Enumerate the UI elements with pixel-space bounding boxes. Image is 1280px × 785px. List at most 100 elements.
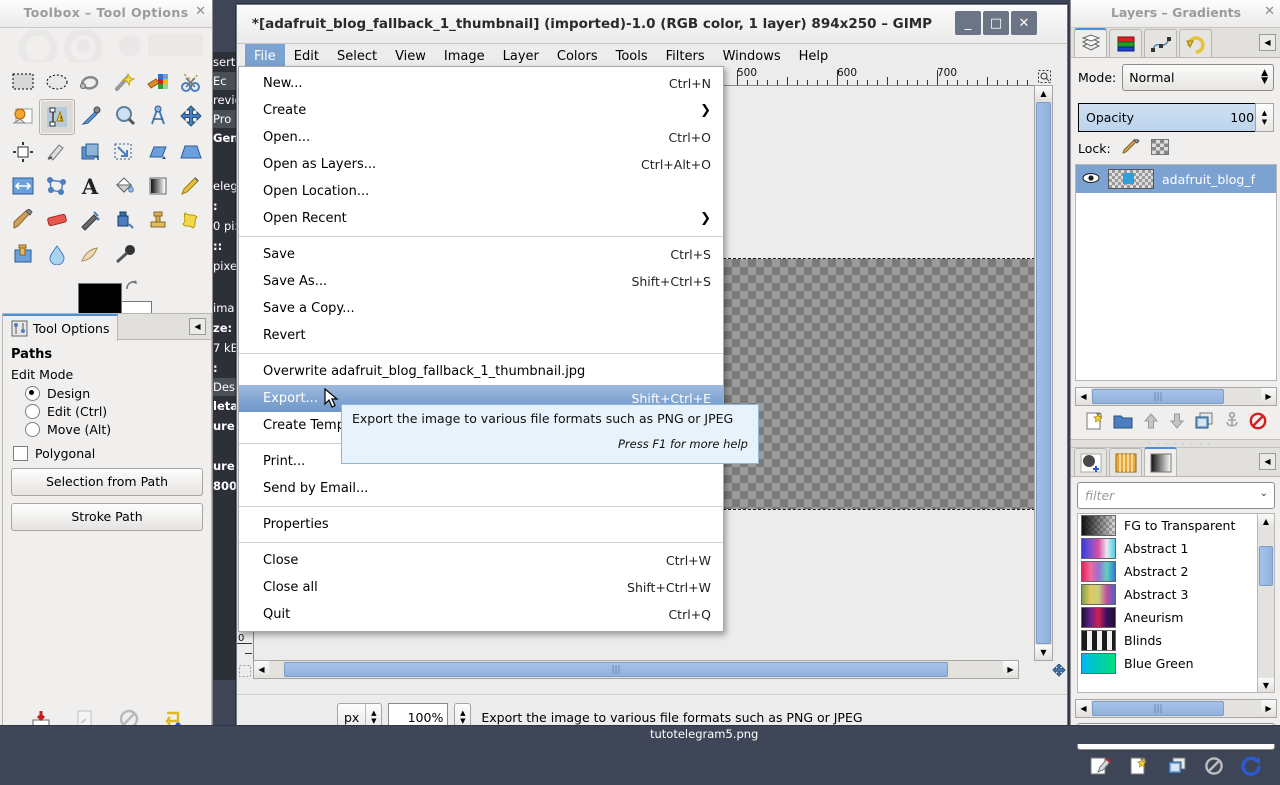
menu-item-new[interactable]: New... Ctrl+N	[239, 70, 723, 97]
menu-item-save-a-copy[interactable]: Save a Copy...	[239, 295, 723, 322]
stroke-path-button[interactable]: Stroke Path	[11, 503, 203, 531]
menu-edit[interactable]: Edit	[285, 44, 328, 68]
color-picker-icon[interactable]	[75, 99, 108, 133]
lower-layer-icon[interactable]	[1168, 412, 1186, 433]
menu-item-revert[interactable]: Revert	[239, 322, 723, 349]
tool-grid[interactable]: ! A	[0, 62, 212, 273]
layer-list[interactable]: adafruit_blog_f	[1075, 164, 1277, 381]
tab-layers[interactable]	[1074, 28, 1107, 57]
duplicate-gradient-icon[interactable]	[1166, 756, 1188, 779]
zoom-icon[interactable]	[108, 99, 141, 133]
close-icon[interactable]: ✕	[1264, 4, 1275, 19]
scroll-right-icon[interactable]: ▶	[1261, 388, 1276, 405]
menu-tools[interactable]: Tools	[607, 44, 657, 68]
menu-select[interactable]: Select	[328, 44, 386, 68]
gradient-filter-input[interactable]: filter ⌄	[1077, 482, 1275, 509]
scrollbar-thumb[interactable]: |||	[1092, 389, 1224, 404]
raise-layer-icon[interactable]	[1142, 412, 1160, 433]
rotate-icon[interactable]	[73, 135, 107, 169]
menu-item-open-as-layers[interactable]: Open as Layers... Ctrl+Alt+O	[239, 151, 723, 178]
close-icon[interactable]: ✕	[195, 4, 206, 19]
tab-tool-options[interactable]: Tool Options	[3, 314, 119, 341]
menu-item-create[interactable]: Create ❯	[239, 97, 723, 124]
zoom-image-window-icon[interactable]	[1036, 67, 1053, 85]
radio-icon[interactable]	[25, 404, 40, 419]
cage-transform-icon[interactable]	[40, 169, 74, 203]
scroll-left-icon[interactable]: ◀	[1076, 700, 1091, 717]
blend-icon[interactable]	[141, 169, 175, 203]
mode-combobox[interactable]: Normal ▲ ▼	[1122, 64, 1274, 91]
lock-row[interactable]: Lock:	[1071, 132, 1280, 162]
scroll-right-icon[interactable]: ▶	[1261, 700, 1276, 717]
menu-item-send-by-email[interactable]: Send by Email...	[239, 475, 723, 502]
layer-visibility-icon[interactable]	[1082, 171, 1100, 188]
scrollbar-thumb[interactable]	[1259, 546, 1273, 586]
menu-item-save-as[interactable]: Save As... Shift+Ctrl+S	[239, 268, 723, 295]
perspective-clone-icon[interactable]	[6, 237, 40, 271]
list-item[interactable]: adafruit_blog_f	[1076, 165, 1276, 193]
gradients-dock-tabbar[interactable]: ◀	[1071, 447, 1280, 477]
eraser-icon[interactable]	[40, 203, 74, 237]
scrollbar-thumb[interactable]	[1036, 102, 1051, 644]
delete-gradient-icon[interactable]	[1204, 756, 1224, 779]
list-item[interactable]: FG to Transparent	[1078, 514, 1274, 537]
smudge-icon[interactable]	[74, 237, 108, 271]
scroll-down-icon[interactable]: ▼	[1258, 678, 1274, 692]
foreground-select-icon[interactable]	[6, 99, 39, 133]
menu-item-open-recent[interactable]: Open Recent ❯	[239, 205, 723, 232]
flip-icon[interactable]	[6, 169, 40, 203]
edit-gradient-icon[interactable]	[1089, 756, 1112, 779]
tab-channels[interactable]	[1109, 29, 1142, 57]
new-gradient-icon[interactable]	[1128, 756, 1150, 779]
shear-icon[interactable]	[141, 135, 175, 169]
dodge-burn-icon[interactable]	[108, 237, 142, 271]
radio-icon[interactable]	[25, 422, 40, 437]
list-item[interactable]: Blinds	[1078, 629, 1274, 652]
delete-layer-icon[interactable]	[1249, 412, 1267, 433]
transparent-layer-area[interactable]	[723, 258, 1035, 510]
tool-options-body[interactable]: Paths Edit Mode Design Edit (Ctrl) Move …	[3, 340, 211, 538]
refresh-gradients-icon[interactable]	[1241, 756, 1263, 779]
measure-icon[interactable]	[141, 99, 174, 133]
scroll-up-icon[interactable]: ▲	[1258, 514, 1274, 528]
polygonal-checkbox-row[interactable]: Polygonal	[13, 446, 203, 461]
selection-from-path-button[interactable]: Selection from Path	[11, 468, 203, 496]
close-button[interactable]: ✕	[1011, 11, 1037, 35]
radio-edit[interactable]: Edit (Ctrl)	[25, 404, 203, 419]
mode-row-container[interactable]: Mode: Normal ▲ ▼	[1071, 58, 1280, 97]
move-icon[interactable]	[175, 99, 208, 133]
swap-colors-icon[interactable]	[124, 279, 140, 295]
menu-windows[interactable]: Windows	[714, 44, 790, 68]
chevron-down-icon[interactable]: ⌄	[1260, 488, 1268, 499]
menu-colors[interactable]: Colors	[548, 44, 607, 68]
align-icon[interactable]	[6, 135, 40, 169]
menu-image[interactable]: Image	[435, 44, 494, 68]
layers-toolbar[interactable]	[1071, 406, 1280, 439]
menu-item-open[interactable]: Open... Ctrl+O	[239, 124, 723, 151]
desktop-taskbar[interactable]: tutotelegram5.png	[0, 725, 1280, 744]
toolbox-titlebar[interactable]: Toolbox – Tool Options ✕	[0, 0, 212, 28]
canvas-vertical-scrollbar[interactable]: ▲ ▼	[1034, 85, 1053, 661]
scroll-left-icon[interactable]: ◀	[1076, 388, 1091, 405]
scale-icon[interactable]	[107, 135, 141, 169]
duplicate-layer-icon[interactable]	[1194, 412, 1214, 433]
canvas-horizontal-scrollbar[interactable]: ◀ ||| ▶	[253, 660, 1019, 679]
tab-undo-history[interactable]	[1179, 29, 1212, 57]
toolbox-window[interactable]: Toolbox – Tool Options ✕ ! A Tool Option…	[0, 0, 213, 744]
menu-item-quit[interactable]: Quit Ctrl+Q	[239, 601, 723, 628]
layer-mode-row[interactable]: Mode: Normal ▲ ▼	[1078, 64, 1274, 91]
bucket-fill-icon[interactable]	[107, 169, 141, 203]
list-item[interactable]: Abstract 1	[1078, 537, 1274, 560]
menu-help[interactable]: Help	[790, 44, 838, 68]
list-item[interactable]: Blue Green	[1078, 652, 1274, 675]
anchor-layer-icon[interactable]	[1223, 411, 1241, 433]
lock-pixels-icon[interactable]	[1121, 137, 1141, 158]
free-select-icon[interactable]	[73, 65, 107, 99]
tab-paths[interactable]	[1144, 29, 1177, 57]
radio-move[interactable]: Move (Alt)	[25, 422, 203, 437]
gradient-list[interactable]: FG to Transparent Abstract 1 Abstract 2 …	[1077, 513, 1275, 693]
layers-gradients-dock[interactable]: Layers – Gradients ✕ ◀ Mode: Normal ▲ ▼ …	[1070, 0, 1280, 776]
gimp-titlebar[interactable]: *[adafruit_blog_fallback_1_thumbnail] (i…	[237, 5, 1067, 44]
layer-list-scrollbar[interactable]: ◀ ||| ▶	[1075, 387, 1277, 406]
foreground-color-swatch[interactable]	[78, 283, 122, 317]
